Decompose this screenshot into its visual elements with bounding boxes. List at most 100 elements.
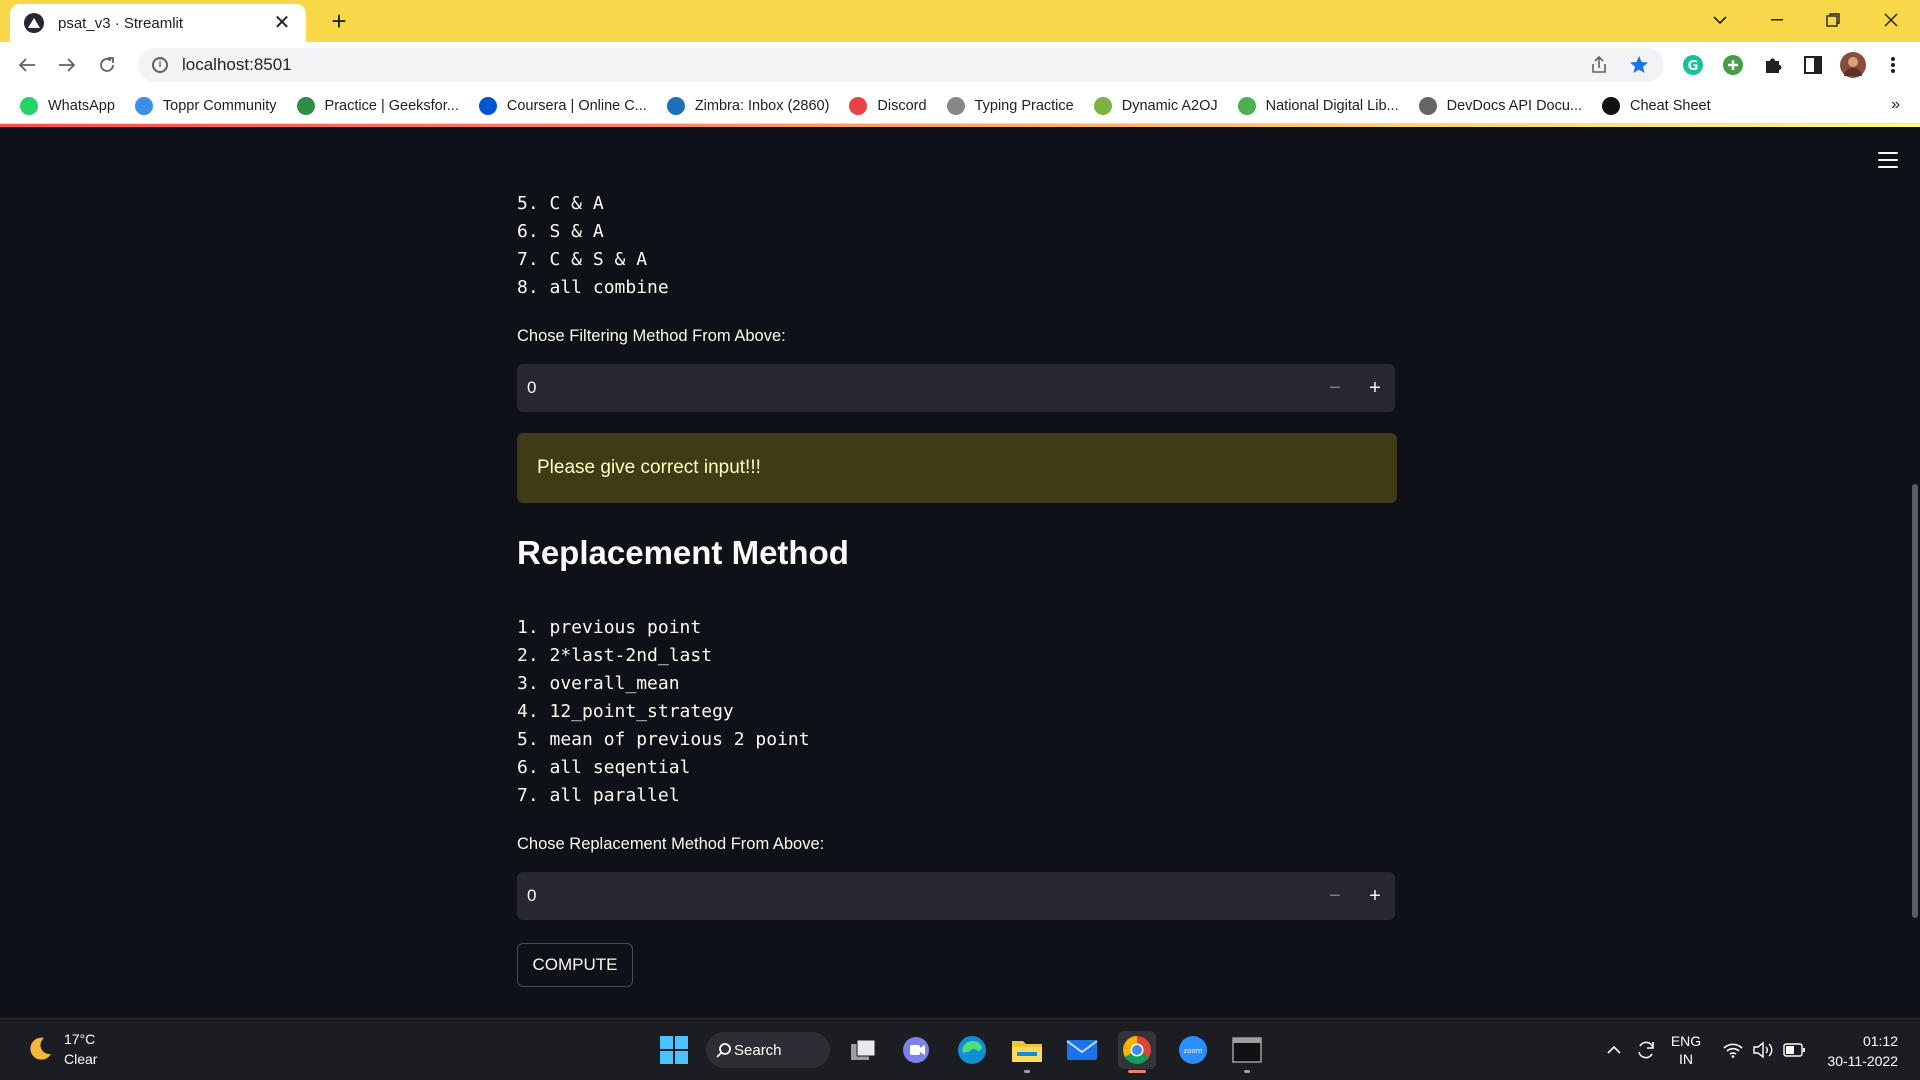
bookmark-item[interactable]: National Digital Lib...: [1237, 96, 1399, 115]
language-indicator[interactable]: ENG IN: [1668, 1019, 1704, 1080]
streamlit-app: 5. C & A 6. S & A 7. C & S & A 8. all co…: [0, 124, 1920, 1018]
filter-methods-list: 5. C & A 6. S & A 7. C & S & A 8. all co…: [517, 193, 669, 298]
site-info-icon[interactable]: i: [152, 57, 168, 73]
bookmark-label: Typing Practice: [974, 97, 1074, 114]
bookmark-item[interactable]: DevDocs API Docu...: [1418, 96, 1583, 115]
mail-icon[interactable]: [1063, 1031, 1101, 1069]
bookmark-label: Dynamic A2OJ: [1121, 97, 1218, 114]
minimize-button[interactable]: [1757, 0, 1797, 40]
warning-text: Please give correct input!!!: [537, 457, 761, 478]
zoom-icon[interactable]: zoom: [1174, 1031, 1212, 1069]
bookmark-label: DevDocs API Docu...: [1446, 97, 1583, 114]
typing-icon: [946, 96, 965, 115]
replacement-methods-list: 1. previous point 2. 2*last-2nd_last 3. …: [517, 617, 810, 806]
toppr-icon: [134, 96, 153, 115]
svg-text:G: G: [1688, 59, 1699, 74]
weather-widget[interactable]: 17°C Clear: [24, 1029, 97, 1069]
replacement-increment-button[interactable]: +: [1355, 872, 1395, 920]
share-icon[interactable]: [1584, 48, 1614, 82]
compute-button[interactable]: COMPUTE: [517, 943, 633, 987]
bookmark-item[interactable]: Typing Practice: [946, 96, 1074, 115]
hamburger-menu-icon[interactable]: [1878, 152, 1898, 168]
replacement-method-heading: Replacement Method: [517, 534, 849, 571]
taskbar-search-button[interactable]: Search: [706, 1032, 830, 1068]
bookmark-label: WhatsApp: [48, 97, 115, 114]
bookmark-star-icon[interactable]: [1624, 48, 1654, 82]
side-panel-icon[interactable]: [1800, 52, 1826, 78]
bookmark-label: Practice | Geeksfor...: [324, 97, 459, 114]
new-tab-button[interactable]: +: [324, 6, 354, 36]
search-icon: [716, 1043, 731, 1058]
bookmark-label: National Digital Lib...: [1265, 97, 1399, 114]
bookmark-item[interactable]: Dynamic A2OJ: [1093, 96, 1218, 115]
bookmark-item[interactable]: Coursera | Online C...: [478, 96, 647, 115]
moon-icon: [30, 1037, 51, 1060]
wifi-icon[interactable]: [1720, 1019, 1746, 1080]
bookmark-label: Coursera | Online C...: [506, 97, 647, 114]
clock-date: 30-11-2022: [1827, 1053, 1898, 1069]
bookmark-label: Cheat Sheet: [1630, 97, 1711, 114]
weather-condition-text: Clear: [64, 1051, 98, 1067]
battery-icon[interactable]: [1780, 1019, 1808, 1080]
task-view-icon[interactable]: [844, 1031, 882, 1069]
replacement-method-number-input: 0 − +: [517, 872, 1395, 920]
green-plus-extension-icon[interactable]: [1720, 52, 1746, 78]
app-top-decoration: [0, 124, 1920, 127]
bookmark-item[interactable]: Cheat Sheet: [1602, 96, 1711, 115]
sync-icon[interactable]: [1632, 1019, 1660, 1080]
close-window-button[interactable]: [1871, 0, 1911, 40]
language-in: IN: [1679, 1051, 1693, 1067]
bookmark-item[interactable]: WhatsApp: [20, 96, 115, 115]
show-hidden-icons-chevron-icon[interactable]: [1602, 1019, 1626, 1080]
terminal-icon[interactable]: [1228, 1031, 1266, 1073]
filter-method-label: Chose Filtering Method From Above:: [517, 327, 786, 345]
address-bar[interactable]: i localhost:8501: [138, 48, 1664, 82]
edge-browser-icon[interactable]: [953, 1031, 991, 1069]
restore-button[interactable]: [1813, 0, 1853, 40]
page-scrollbar[interactable]: [1912, 484, 1918, 918]
cheatsheet-icon: [1602, 96, 1621, 115]
reload-icon[interactable]: [92, 50, 122, 80]
bookmark-label: Discord: [877, 97, 927, 114]
whatsapp-icon: [20, 96, 38, 115]
browser-tab-active[interactable]: psat_v3 · Streamlit ✕: [10, 4, 306, 42]
svg-text:zoom: zoom: [1183, 1047, 1202, 1055]
coursera-icon: [478, 96, 497, 115]
more-bookmarks-icon[interactable]: »: [1891, 96, 1900, 114]
clock-time: 01:12: [1862, 1033, 1898, 1049]
replacement-method-value[interactable]: 0: [517, 886, 1315, 906]
tab-search-chevron-icon[interactable]: [1700, 0, 1740, 40]
windows-start-icon[interactable]: [655, 1031, 693, 1069]
bookmark-item[interactable]: Discord: [849, 96, 927, 115]
grammarly-extension-icon[interactable]: G: [1680, 52, 1706, 78]
ndl-icon: [1237, 96, 1256, 115]
chrome-menu-icon[interactable]: [1880, 52, 1906, 78]
taskbar-clock[interactable]: 01:12 30-11-2022: [1827, 1031, 1898, 1071]
streamlit-favicon-icon: [24, 13, 44, 33]
tab-close-icon[interactable]: ✕: [272, 13, 292, 33]
browser-toolbar: i localhost:8501 G: [0, 42, 1920, 88]
windows-taskbar: 17°C Clear Search zoom ENG IN 01:12 30-1…: [0, 1018, 1920, 1080]
bookmark-item[interactable]: Practice | Geeksfor...: [296, 96, 459, 115]
filter-decrement-button[interactable]: −: [1315, 364, 1355, 412]
bookmarks-bar: WhatsApp Toppr Community Practice | Geeksf…: [0, 88, 1920, 124]
bookmark-item[interactable]: Toppr Community: [134, 96, 277, 115]
chrome-taskbar-icon[interactable]: [1118, 1031, 1156, 1073]
filter-increment-button[interactable]: +: [1355, 364, 1395, 412]
bookmark-item[interactable]: Zimbra: Inbox (2860): [666, 96, 829, 115]
search-label: Search: [734, 1041, 782, 1059]
teams-chat-icon[interactable]: [898, 1031, 936, 1069]
file-explorer-icon[interactable]: [1008, 1031, 1046, 1073]
profile-avatar[interactable]: [1840, 52, 1866, 78]
temperature-text: 17°C: [64, 1031, 96, 1047]
replacement-decrement-button[interactable]: −: [1315, 872, 1355, 920]
devdocs-icon: [1418, 96, 1437, 115]
back-arrow-icon[interactable]: [12, 50, 42, 80]
forward-arrow-icon[interactable]: [52, 50, 82, 80]
bookmark-label: Toppr Community: [162, 97, 277, 114]
filter-method-value[interactable]: 0: [517, 378, 1315, 398]
extensions-puzzle-icon[interactable]: [1760, 52, 1786, 78]
filter-method-number-input: 0 − +: [517, 364, 1395, 412]
volume-icon[interactable]: [1750, 1019, 1776, 1080]
warning-alert: Please give correct input!!!: [517, 433, 1397, 503]
